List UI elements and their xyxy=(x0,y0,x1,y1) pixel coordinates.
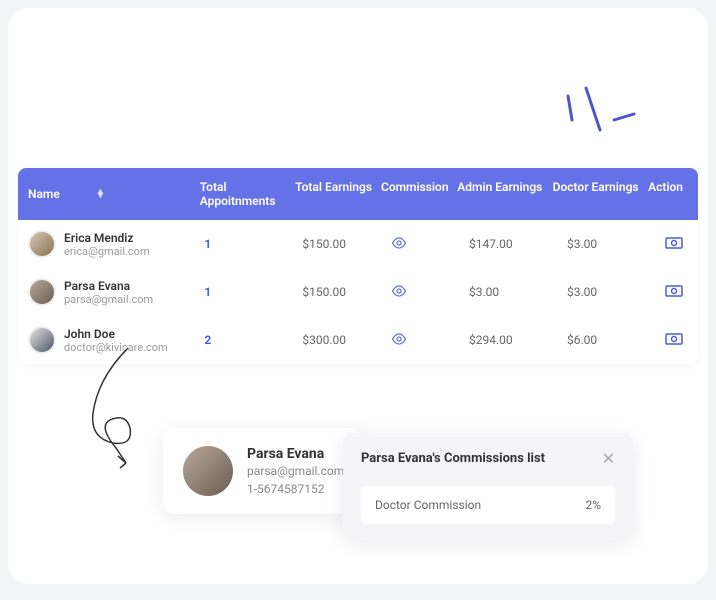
header-commission[interactable]: Commission xyxy=(381,180,457,208)
header-appointments[interactable]: Total Appoitnments xyxy=(200,180,295,208)
row-earnings: $150.00 xyxy=(302,285,390,299)
row-doctor: $6.00 xyxy=(567,333,665,347)
commissions-modal: Parsa Evana's Commissions list ✕ Doctor … xyxy=(343,433,633,540)
decoration-lines xyxy=(558,78,638,152)
profile-name: Parsa Evana xyxy=(247,446,344,462)
profile-avatar xyxy=(183,446,233,496)
row-earnings: $150.00 xyxy=(302,237,390,251)
row-doctor: $3.00 xyxy=(567,285,665,299)
eye-icon[interactable] xyxy=(391,285,407,300)
main-card: Name▴▾ Total Appoitnments Total Earnings… xyxy=(8,8,708,584)
table-header: Name▴▾ Total Appoitnments Total Earnings… xyxy=(18,168,698,220)
avatar xyxy=(28,326,56,354)
close-icon[interactable]: ✕ xyxy=(602,449,615,468)
row-doctor: $3.00 xyxy=(567,237,665,251)
table-row: Parsa Evanaparsa@gmail.com 1 $150.00 $3.… xyxy=(18,268,698,316)
header-earnings[interactable]: Total Earnings xyxy=(295,180,381,208)
earnings-table: Name▴▾ Total Appoitnments Total Earnings… xyxy=(18,168,698,364)
profile-card: Parsa Evana parsa@gmail.com 1-5674587152 xyxy=(163,428,363,514)
view-icon[interactable] xyxy=(665,237,683,252)
row-admin: $147.00 xyxy=(469,237,567,251)
view-icon[interactable] xyxy=(665,333,683,348)
eye-icon[interactable] xyxy=(391,333,407,348)
sort-icon[interactable]: ▴▾ xyxy=(98,190,103,198)
row-appointments: 2 xyxy=(204,333,302,347)
row-name: Erica Mendiz xyxy=(64,231,150,245)
row-appointments: 1 xyxy=(204,285,302,299)
modal-title: Parsa Evana's Commissions list xyxy=(361,451,545,466)
row-earnings: $300.00 xyxy=(302,333,390,347)
header-action: Action xyxy=(648,180,688,208)
avatar xyxy=(28,278,56,306)
table-row: Erica Mendizerica@gmail.com 1 $150.00 $1… xyxy=(18,220,698,268)
row-email: erica@gmail.com xyxy=(64,245,150,258)
row-admin: $294.00 xyxy=(469,333,567,347)
arrow-decoration xyxy=(68,338,168,478)
commission-label: Doctor Commission xyxy=(375,498,481,512)
avatar xyxy=(28,230,56,258)
eye-icon[interactable] xyxy=(391,237,407,252)
header-name[interactable]: Name▴▾ xyxy=(28,180,200,208)
row-name: Parsa Evana xyxy=(64,279,153,293)
profile-email: parsa@gmail.com xyxy=(247,464,344,478)
commission-value: 2% xyxy=(585,498,601,512)
profile-phone: 1-5674587152 xyxy=(247,482,344,496)
row-email: parsa@gmail.com xyxy=(64,293,153,306)
row-admin: $3.00 xyxy=(469,285,567,299)
header-admin[interactable]: Admin Earnings xyxy=(457,180,552,208)
view-icon[interactable] xyxy=(665,285,683,300)
commission-row: Doctor Commission 2% xyxy=(361,486,615,524)
header-doctor[interactable]: Doctor Earnings xyxy=(553,180,648,208)
row-appointments: 1 xyxy=(204,237,302,251)
